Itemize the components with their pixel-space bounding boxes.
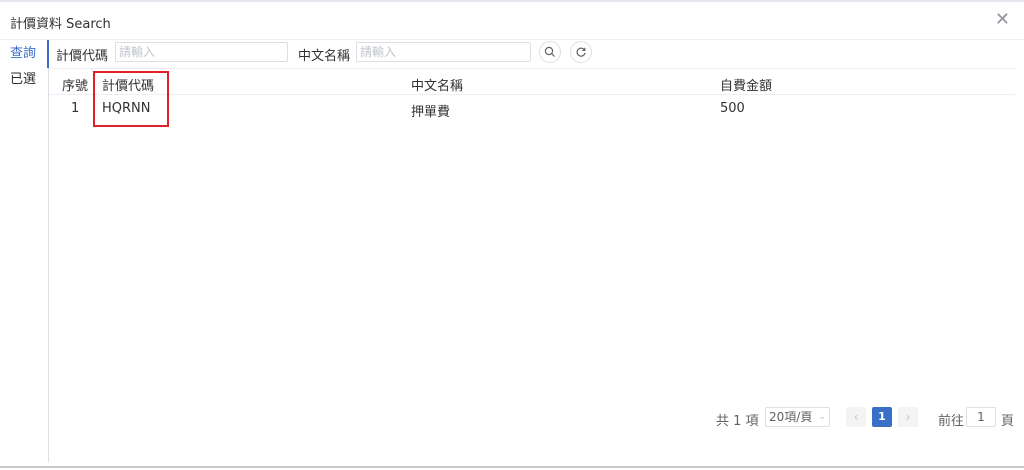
highlight-box [93,71,169,127]
bottom-border [0,466,1024,468]
goto-label: 前往 [938,414,965,429]
name-input[interactable]: 請輸入 [356,42,531,62]
name-label: 中文名稱 [298,49,351,64]
pagination-total: 共 1 項 [716,414,759,429]
dialog-title: 計價資料 Search [10,17,111,32]
page-number-current[interactable]: 1 [872,407,892,427]
refresh-icon [576,47,586,57]
chevron-left-icon: ‹ [853,410,859,424]
close-icon[interactable]: ✕ [995,11,1010,29]
code-input[interactable]: 請輸入 [115,42,288,62]
goto-page-input[interactable]: 1 [966,407,996,427]
search-button[interactable] [539,41,561,63]
header-name: 中文名稱 [411,79,464,94]
header-seq: 序號 [62,79,89,94]
page-suffix: 頁 [1001,414,1015,429]
filter-bar: 計價代碼 請輸入 中文名稱 請輸入 [56,40,1016,68]
cell-seq: 1 [71,101,80,116]
side-tabs: 查詢 已選 [0,40,49,462]
next-page-button[interactable]: › [898,407,918,427]
chevron-right-icon: › [905,410,911,424]
code-label: 計價代碼 [56,49,109,64]
tab-selected[interactable]: 已選 [0,66,47,94]
cell-amount: 500 [720,101,745,116]
prev-page-button[interactable]: ‹ [846,407,866,427]
header-amount: 自費金額 [720,79,773,94]
dialog-header: 計價資料 Search ✕ [0,2,1024,40]
header-divider [49,94,1015,95]
chevron-down-icon: ⌄ [818,412,826,422]
page-size-value: 20項/頁 [769,410,813,424]
reset-button[interactable] [570,41,592,63]
search-icon [544,46,555,57]
tab-query[interactable]: 查詢 [0,40,49,68]
page-size-select[interactable]: 20項/頁 ⌄ [765,407,830,427]
filter-divider [49,68,1015,69]
search-dialog: 計價資料 Search ✕ 查詢 已選 計價代碼 請輸入 中文名稱 請輸入 序號… [0,0,1024,470]
cell-name: 押單費 [411,105,451,120]
